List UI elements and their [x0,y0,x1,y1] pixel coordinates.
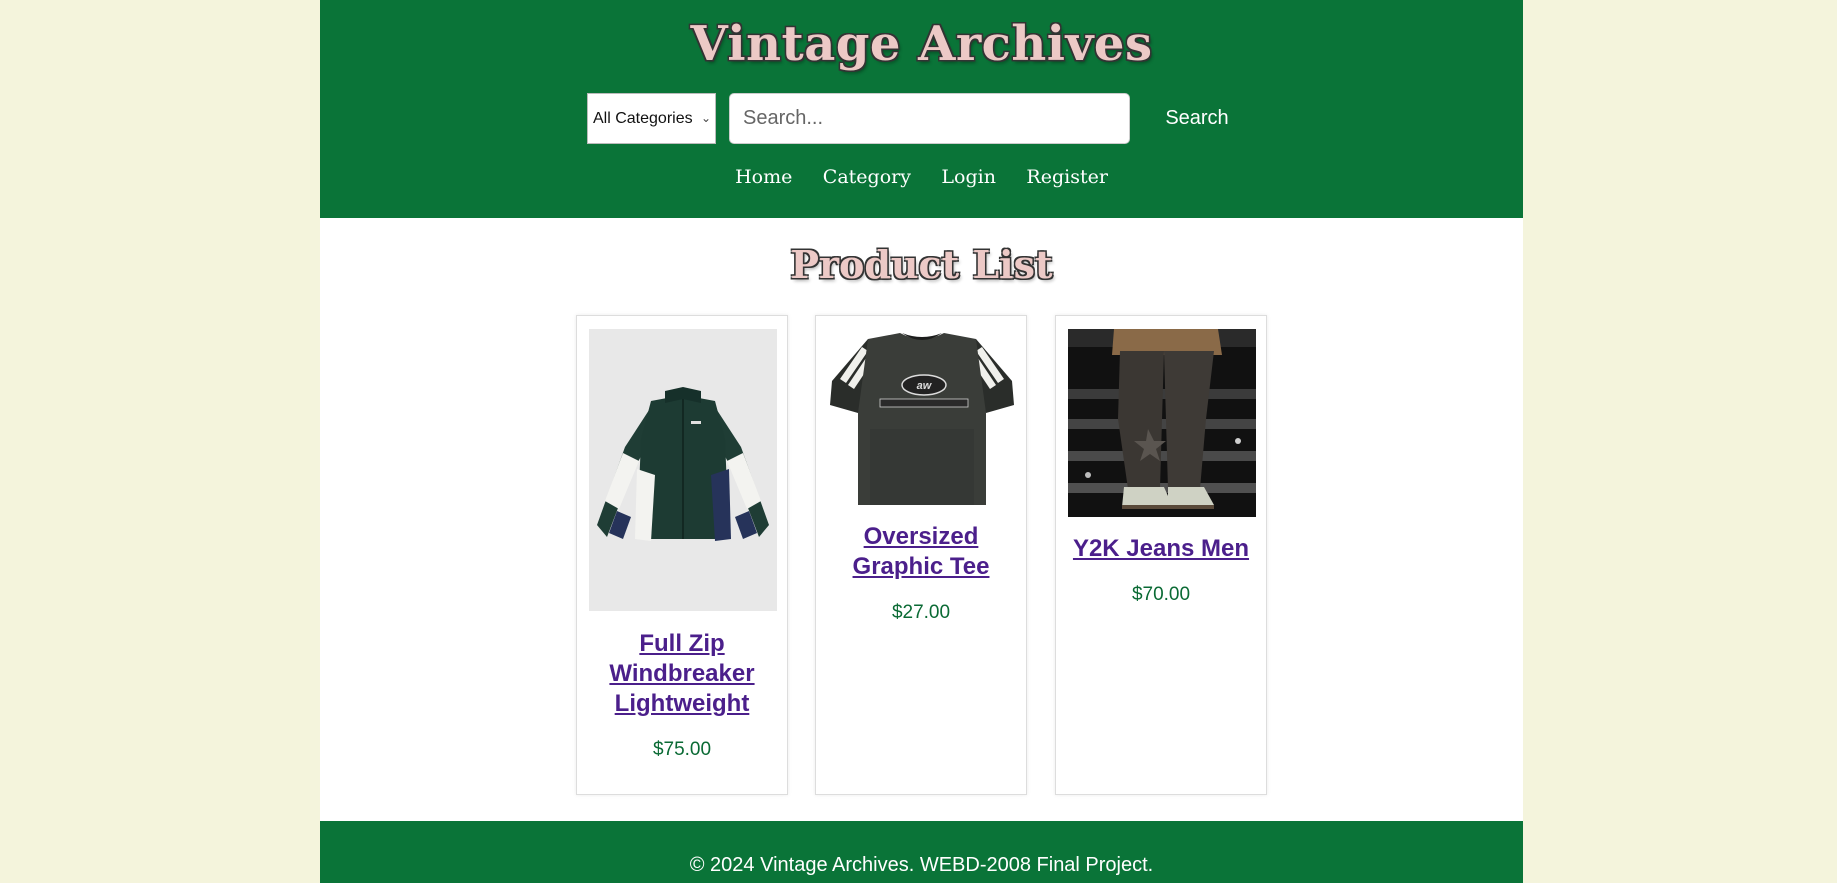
product-card: Full Zip Windbreaker Lightweight $75.00 [576,315,788,795]
footer-text: © 2024 Vintage Archives. WEBD-2008 Final… [689,854,1154,876]
product-name-link[interactable]: Oversized Graphic Tee [816,522,1026,582]
nav-category[interactable]: Category [823,166,911,188]
product-price: $75.00 [652,739,712,760]
search-bar: All Categories ⌄ Search [587,93,1287,145]
product-price: $70.00 [1131,584,1191,605]
site-footer: © 2024 Vintage Archives. WEBD-2008 Final… [320,821,1523,883]
product-name-link[interactable]: Full Zip Windbreaker Lightweight [577,629,787,719]
page-container: Vintage Archives All Categories ⌄ Search… [320,0,1523,883]
category-select[interactable]: All Categories ⌄ [587,93,716,144]
search-input[interactable] [729,93,1130,144]
svg-text:aw: aw [917,380,933,392]
windbreaker-jacket-image[interactable] [589,329,777,611]
y2k-jeans-image[interactable] [1068,329,1256,517]
search-button[interactable]: Search [1142,93,1252,144]
chevron-down-icon: ⌄ [700,111,711,125]
product-name-link[interactable]: Y2K Jeans Men [1056,534,1266,564]
nav-register[interactable]: Register [1026,166,1108,188]
category-select-value: All Categories [593,110,693,127]
product-card: aw Oversized Graphic Tee $27.00 [815,315,1027,795]
product-price: $27.00 [891,602,951,623]
main-nav: Home Category Login Register [320,166,1523,188]
site-header: Vintage Archives All Categories ⌄ Search… [320,0,1523,218]
graphic-tee-image[interactable]: aw [828,329,1016,505]
nav-login[interactable]: Login [941,166,996,188]
site-title: Vintage Archives [690,16,1153,72]
product-list-title: Product List [790,242,1053,287]
product-card: Y2K Jeans Men $70.00 [1055,315,1267,795]
nav-home[interactable]: Home [735,166,792,188]
